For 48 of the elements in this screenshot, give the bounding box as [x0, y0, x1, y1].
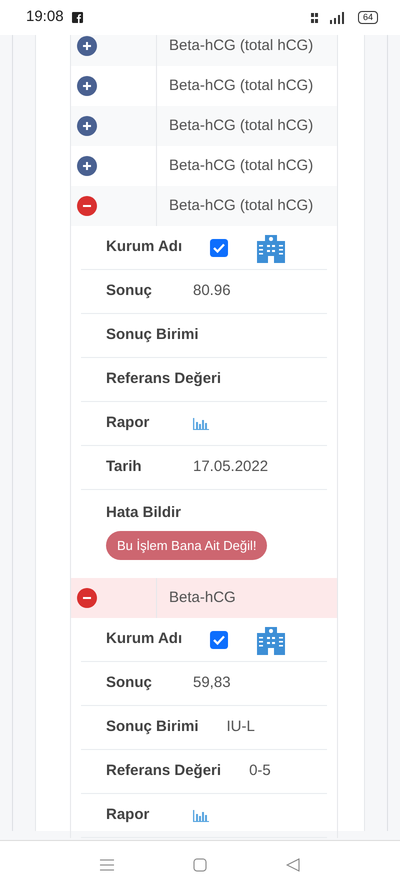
bar-chart-icon[interactable] — [193, 418, 209, 430]
check-icon — [213, 634, 226, 644]
checkbox[interactable] — [210, 630, 228, 648]
battery-icon: 64 — [358, 11, 378, 24]
field-label: Sonuç Birimi — [106, 325, 199, 346]
field-label: Rapor — [106, 413, 150, 434]
hospital-building-icon[interactable] — [256, 232, 286, 262]
check-icon — [213, 242, 226, 252]
clock-text: 19:08 — [26, 7, 64, 28]
facebook-icon — [72, 12, 83, 23]
minus-icon — [83, 597, 91, 599]
field-label: Kurum Adı — [106, 629, 182, 650]
field-label: Tarih — [106, 457, 143, 478]
field-value: IU-L — [226, 717, 255, 738]
menu-icon[interactable] — [100, 858, 114, 872]
collapse-button[interactable] — [77, 588, 97, 608]
field-label: Hata Bildir — [106, 503, 182, 523]
minus-icon — [83, 205, 91, 207]
signal-icon — [328, 12, 346, 24]
hospital-building-icon[interactable] — [256, 624, 286, 654]
expand-button[interactable] — [77, 76, 97, 96]
plus-icon — [83, 82, 91, 90]
test-name[interactable]: Beta-hCG (total hCG) — [157, 154, 314, 178]
report-error-button[interactable]: Bu İşlem Bana Ait Değil! — [106, 530, 268, 560]
field-label: Sonuç — [106, 673, 153, 694]
field-label: Rapor — [106, 805, 150, 826]
home-icon[interactable] — [192, 858, 207, 872]
field-label: Sonuç — [106, 281, 153, 302]
expand-button[interactable] — [77, 156, 97, 176]
field-label: Referans Değeri — [106, 369, 222, 390]
collapse-button[interactable] — [77, 196, 97, 216]
field-label: Referans Değeri — [106, 761, 222, 782]
field-value: 17.05.2022 — [193, 457, 268, 478]
field-value: 0-5 — [249, 761, 271, 782]
plus-icon — [83, 42, 91, 50]
expand-button[interactable] — [77, 116, 97, 136]
field-value: 80.96 — [193, 281, 231, 302]
expand-button[interactable] — [77, 36, 97, 56]
plus-icon — [83, 122, 91, 130]
test-name[interactable]: Beta-hCG — [157, 586, 236, 610]
back-icon[interactable] — [286, 858, 300, 872]
field-label: Kurum Adı — [106, 237, 182, 258]
checkbox[interactable] — [210, 238, 228, 256]
plus-icon — [83, 162, 91, 170]
field-value: 59,83 — [193, 673, 231, 694]
test-name[interactable]: Beta-hCG (total hCG) — [157, 74, 314, 98]
bar-chart-icon[interactable] — [193, 810, 209, 822]
field-label: Sonuç Birimi — [106, 717, 199, 738]
